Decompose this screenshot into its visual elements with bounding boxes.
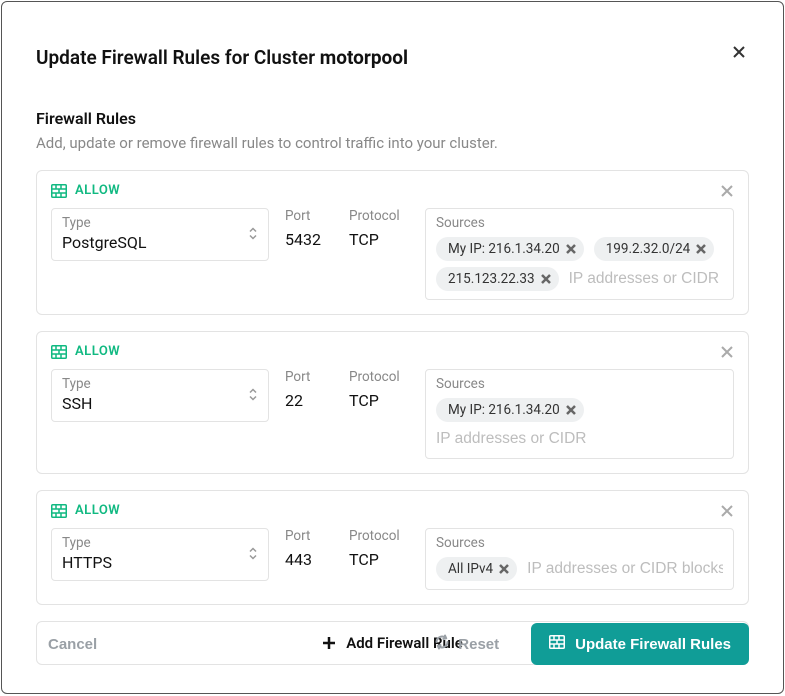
reset-label: Reset — [458, 636, 499, 653]
type-select[interactable]: Type HTTPS — [51, 528, 269, 581]
dialog-title-prefix: Update Firewall Rules for Cluster — [36, 46, 315, 69]
remove-chip-icon[interactable] — [566, 244, 576, 254]
dialog-title: Update Firewall Rules for Cluster motorp… — [36, 46, 749, 69]
type-select[interactable]: Type SSH — [51, 369, 269, 422]
remove-chip-icon[interactable] — [499, 564, 509, 574]
rule-header: ALLOW — [51, 503, 734, 518]
protocol-column: Protocol TCP — [349, 208, 409, 249]
firewall-icon — [51, 345, 67, 359]
source-chip-label: My IP: 216.1.34.20 — [448, 241, 560, 257]
delete-rule-icon[interactable] — [720, 183, 734, 202]
rule-header: ALLOW — [51, 183, 734, 198]
source-chip: My IP: 216.1.34.20 — [436, 398, 584, 422]
protocol-column: Protocol TCP — [349, 528, 409, 569]
submit-label: Update Firewall Rules — [575, 636, 731, 653]
type-label: Type — [62, 535, 258, 551]
reset-button[interactable]: Reset — [422, 624, 511, 664]
chevron-updown-icon — [248, 386, 258, 405]
protocol-value: TCP — [349, 391, 409, 410]
chevron-updown-icon — [248, 225, 258, 244]
source-chip-label: 215.123.22.33 — [448, 271, 535, 287]
source-chip: 199.2.32.0/24 — [594, 237, 715, 261]
protocol-value: TCP — [349, 230, 409, 249]
submit-button[interactable]: Update Firewall Rules — [531, 623, 749, 665]
sources-input[interactable] — [569, 268, 723, 290]
firewall-icon — [549, 635, 565, 653]
cancel-button[interactable]: Cancel — [36, 626, 109, 663]
rule-header: ALLOW — [51, 344, 734, 359]
protocol-value: TCP — [349, 550, 409, 569]
port-label: Port — [285, 369, 333, 385]
type-value: HTTPS — [62, 553, 258, 572]
source-chip: 215.123.22.33 — [436, 267, 559, 291]
sources-field[interactable]: Sources All IPv4 — [425, 528, 734, 590]
port-label: Port — [285, 528, 333, 544]
dialog-footer: Cancel Reset Update Firewall Rules — [36, 623, 749, 665]
type-select[interactable]: Type PostgreSQL — [51, 208, 269, 261]
port-column: Port 22 — [285, 369, 333, 410]
protocol-column: Protocol TCP — [349, 369, 409, 410]
type-label: Type — [62, 215, 258, 231]
port-column: Port 443 — [285, 528, 333, 569]
port-column: Port 5432 — [285, 208, 333, 249]
port-value: 443 — [285, 550, 333, 569]
delete-rule-icon[interactable] — [720, 503, 734, 522]
type-label: Type — [62, 376, 258, 392]
protocol-label: Protocol — [349, 528, 409, 544]
source-chip-label: My IP: 216.1.34.20 — [448, 402, 560, 418]
source-chip-label: All IPv4 — [448, 561, 493, 577]
sources-label: Sources — [436, 376, 723, 392]
firewall-icon — [51, 184, 67, 198]
port-label: Port — [285, 208, 333, 224]
section-heading: Firewall Rules — [36, 109, 749, 128]
type-value: SSH — [62, 394, 258, 413]
port-value: 5432 — [285, 230, 333, 249]
close-icon[interactable] — [729, 42, 749, 62]
rules-list: ALLOW Type PostgreSQL Port 5432 P — [36, 170, 749, 605]
source-chip: All IPv4 — [436, 557, 517, 581]
remove-chip-icon[interactable] — [541, 274, 551, 284]
cluster-name: motorpool — [320, 46, 408, 69]
protocol-label: Protocol — [349, 369, 409, 385]
source-chip-label: 199.2.32.0/24 — [606, 241, 691, 257]
source-chip: My IP: 216.1.34.20 — [436, 237, 584, 261]
rule-action-label: ALLOW — [75, 344, 120, 359]
sources-field[interactable]: Sources My IP: 216.1.34.20 — [425, 369, 734, 459]
firewall-dialog: Update Firewall Rules for Cluster motorp… — [1, 1, 784, 694]
port-value: 22 — [285, 391, 333, 410]
firewall-rule: ALLOW Type HTTPS Port 443 Protoco — [36, 490, 749, 605]
delete-rule-icon[interactable] — [720, 344, 734, 363]
firewall-rule: ALLOW Type PostgreSQL Port 5432 P — [36, 170, 749, 315]
firewall-rule: ALLOW Type SSH Port 22 Protocol — [36, 331, 749, 474]
chevron-updown-icon — [248, 545, 258, 564]
type-value: PostgreSQL — [62, 233, 258, 252]
sources-input[interactable] — [436, 428, 723, 450]
firewall-icon — [51, 504, 67, 518]
section-description: Add, update or remove firewall rules to … — [36, 134, 749, 152]
rule-action-label: ALLOW — [75, 503, 120, 518]
sources-label: Sources — [436, 535, 723, 551]
sources-label: Sources — [436, 215, 723, 231]
reset-icon — [434, 634, 450, 654]
rule-action-label: ALLOW — [75, 183, 120, 198]
sources-input[interactable] — [527, 558, 723, 580]
sources-field[interactable]: Sources My IP: 216.1.34.20 199.2.32.0/24… — [425, 208, 734, 300]
protocol-label: Protocol — [349, 208, 409, 224]
remove-chip-icon[interactable] — [566, 405, 576, 415]
remove-chip-icon[interactable] — [696, 244, 706, 254]
